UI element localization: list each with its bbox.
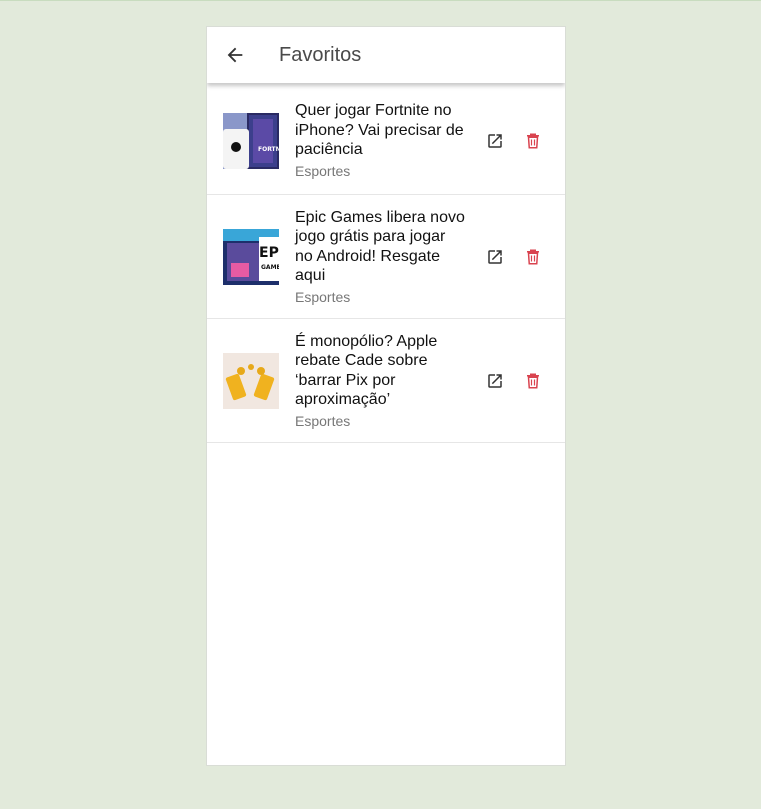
delete-button[interactable]	[523, 247, 543, 267]
favorites-list: FORTNITE Quer jogar Fortnite no iPhone? …	[207, 87, 565, 443]
open-external-button[interactable]	[485, 371, 505, 391]
open-external-icon	[488, 133, 502, 148]
list-item[interactable]: EPIC GAMES Epic Games libera novo jogo g…	[207, 195, 565, 319]
article-category: Esportes	[295, 412, 351, 429]
trash-icon	[527, 249, 539, 264]
open-external-button[interactable]	[485, 131, 505, 151]
article-headline: Epic Games libera novo jogo grátis para …	[295, 208, 465, 285]
article-category: Esportes	[295, 288, 351, 305]
article-thumbnail: EPIC GAMES	[223, 228, 279, 285]
article-thumbnail: FORTNITE	[223, 112, 279, 169]
back-button[interactable]	[221, 41, 249, 69]
list-item[interactable]: É monopólio? Apple rebate Cade sobre ‘ba…	[207, 319, 565, 443]
article-headline: É monopólio? Apple rebate Cade sobre ‘ba…	[295, 332, 438, 409]
list-item[interactable]: FORTNITE Quer jogar Fortnite no iPhone? …	[207, 87, 565, 195]
page-title: Favoritos	[279, 44, 362, 66]
delete-button[interactable]	[523, 371, 543, 391]
svg-text:EPIC: EPIC	[259, 245, 279, 261]
svg-text:FORTNITE: FORTNITE	[258, 146, 279, 153]
article-headline: Quer jogar Fortnite no iPhone? Vai preci…	[295, 102, 464, 159]
trash-icon	[527, 133, 539, 148]
open-external-icon	[488, 249, 502, 264]
top-border	[0, 0, 761, 1]
open-external-icon	[488, 373, 502, 388]
open-external-button[interactable]	[485, 247, 505, 267]
app-screen: Favoritos FORTNITE Quer jogar Fortnite n…	[206, 26, 566, 766]
article-category: Esportes	[295, 162, 351, 179]
article-thumbnail	[223, 352, 279, 409]
trash-icon	[527, 373, 539, 388]
arrow-back-icon	[227, 47, 243, 63]
app-bar: Favoritos	[207, 27, 565, 83]
svg-text:GAMES: GAMES	[261, 264, 279, 271]
delete-button[interactable]	[523, 131, 543, 151]
